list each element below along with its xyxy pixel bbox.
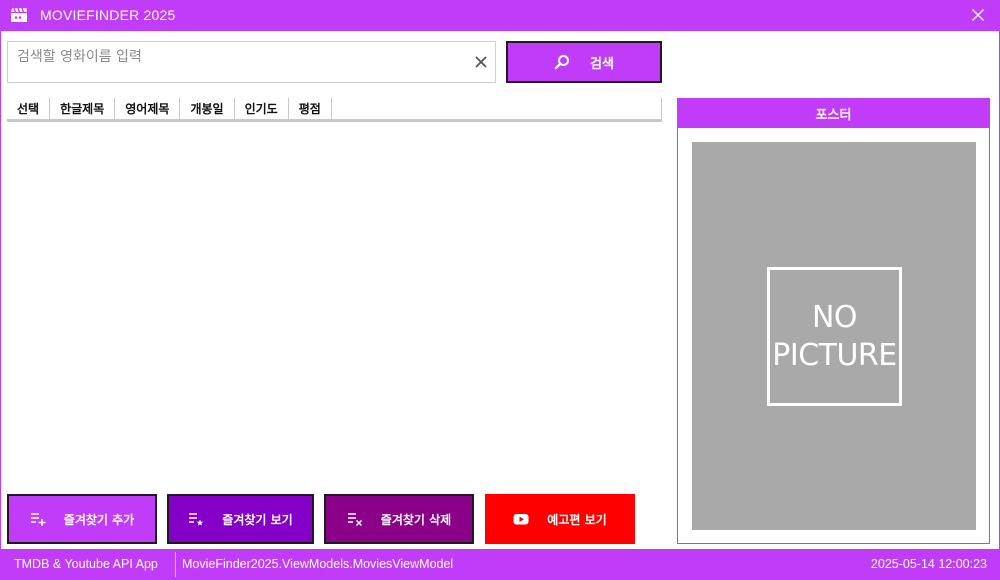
title-bar[interactable]: MOVIEFINDER 2025 xyxy=(1,0,1000,31)
table-body[interactable] xyxy=(7,122,662,488)
table-header: 선택 한글제목 영어제목 개봉일 인기도 평점 xyxy=(7,98,662,122)
column-header-select[interactable]: 선택 xyxy=(7,98,51,119)
no-picture-line2: PICTURE xyxy=(772,337,897,373)
search-box xyxy=(7,41,496,83)
app-window: MOVIEFINDER 2025 검색 선택 한글제목 영어제목 개봉일 인기도… xyxy=(0,0,1000,580)
delete-favorite-button[interactable]: 즐겨찾기 삭제 xyxy=(324,494,474,544)
column-header-english-title[interactable]: 영어제목 xyxy=(115,98,181,119)
playlist-star-icon xyxy=(189,513,204,526)
poster-image: NO PICTURE xyxy=(692,142,976,530)
status-app-name: TMDB & Youtube API App xyxy=(14,557,158,571)
clear-icon[interactable] xyxy=(473,54,489,70)
poster-panel: 포스터 NO PICTURE xyxy=(677,98,990,544)
close-icon[interactable] xyxy=(971,8,985,22)
column-header-rating[interactable]: 평점 xyxy=(289,98,332,119)
youtube-icon xyxy=(513,514,529,525)
playlist-remove-icon xyxy=(347,513,362,527)
view-favorites-label: 즐겨찾기 보기 xyxy=(222,512,293,527)
poster-header: 포스터 xyxy=(678,99,989,128)
status-separator xyxy=(175,552,176,577)
playlist-add-icon xyxy=(30,513,46,526)
add-favorite-label: 즐겨찾기 추가 xyxy=(63,512,135,527)
search-button-label: 검색 xyxy=(590,56,614,72)
window-title: MOVIEFINDER 2025 xyxy=(40,7,176,23)
watch-trailer-label: 예고편 보기 xyxy=(547,512,607,527)
search-input[interactable] xyxy=(8,42,468,82)
column-header-korean-title[interactable]: 한글제목 xyxy=(50,98,116,119)
watch-trailer-button[interactable]: 예고편 보기 xyxy=(485,494,635,544)
no-picture-line1: NO xyxy=(811,299,858,335)
movie-results-table[interactable]: 선택 한글제목 영어제목 개봉일 인기도 평점 xyxy=(7,98,662,488)
view-favorites-button[interactable]: 즐겨찾기 보기 xyxy=(167,494,314,544)
status-viewmodel: MovieFinder2025.ViewModels.MoviesViewMod… xyxy=(182,557,454,571)
column-header-popularity[interactable]: 인기도 xyxy=(235,98,289,119)
no-picture-placeholder: NO PICTURE xyxy=(767,267,902,406)
search-button[interactable]: 검색 xyxy=(506,41,662,83)
search-icon xyxy=(554,55,570,70)
status-bar: TMDB & Youtube API App MovieFinder2025.V… xyxy=(1,549,1000,580)
add-favorite-button[interactable]: 즐겨찾기 추가 xyxy=(7,494,157,544)
status-datetime: 2025-05-14 12:00:23 xyxy=(870,557,987,571)
delete-favorite-label: 즐겨찾기 삭제 xyxy=(380,512,452,527)
column-header-release-date[interactable]: 개봉일 xyxy=(180,98,235,119)
clapperboard-icon xyxy=(11,7,27,22)
